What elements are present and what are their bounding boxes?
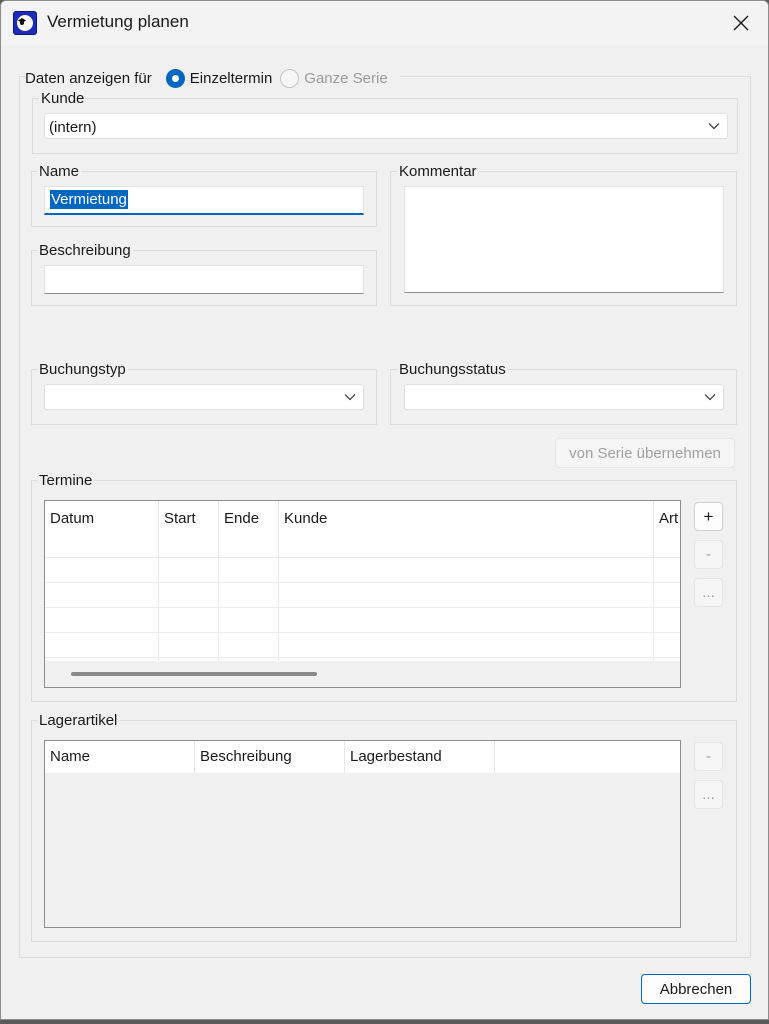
close-icon	[733, 15, 749, 31]
name-label: Name	[37, 163, 82, 180]
table-row	[45, 582, 680, 583]
kunde-dropdown[interactable]: (intern)	[44, 113, 728, 139]
add-termin-button[interactable]: +	[694, 502, 723, 531]
buchungstyp-dropdown[interactable]	[44, 384, 364, 410]
column-header-beschreibung[interactable]: Beschreibung	[195, 741, 345, 773]
more-lagerartikel-button[interactable]: ...	[694, 780, 723, 809]
column-header-ende[interactable]: Ende	[219, 501, 279, 557]
column-divider	[158, 557, 159, 661]
kunde-label: Kunde	[39, 90, 87, 107]
column-header-art[interactable]: Art	[654, 501, 680, 557]
column-divider	[653, 557, 654, 661]
table-row	[45, 607, 680, 608]
more-termin-button[interactable]: ...	[694, 578, 723, 607]
termine-table[interactable]: Datum Start Ende Kunde Art	[44, 500, 681, 688]
window-title: Vermietung planen	[47, 12, 189, 31]
table-row	[45, 557, 680, 558]
kommentar-textarea[interactable]	[404, 186, 724, 293]
column-header-lagerbestand[interactable]: Lagerbestand	[345, 741, 495, 773]
chevron-down-icon	[704, 394, 716, 401]
title-bar: Vermietung planen	[1, 1, 768, 45]
radio-ganze-serie[interactable]: Ganze Serie	[280, 68, 388, 88]
horizontal-scrollbar[interactable]	[71, 672, 317, 676]
remove-lagerartikel-button[interactable]: -	[694, 742, 723, 771]
column-divider	[278, 557, 279, 661]
column-header-name[interactable]: Name	[45, 741, 195, 773]
radio-selected-icon	[165, 68, 185, 88]
remove-termin-button[interactable]: -	[694, 540, 723, 569]
cancel-button[interactable]: Abbrechen	[641, 974, 751, 1004]
radio-unselected-icon	[280, 68, 300, 88]
beschreibung-label: Beschreibung	[37, 242, 133, 259]
chevron-down-icon	[708, 123, 720, 130]
display-for-label: Daten anzeigen für	[25, 69, 152, 87]
table-row	[45, 632, 680, 633]
name-input[interactable]: Vermietung	[44, 186, 364, 215]
chevron-down-icon	[344, 394, 356, 401]
close-button[interactable]	[723, 7, 759, 39]
kommentar-label: Kommentar	[397, 163, 479, 180]
von-serie-uebernehmen-button[interactable]: von Serie übernehmen	[555, 438, 735, 468]
display-for-row: Daten anzeigen für Einzeltermin Ganze Se…	[25, 67, 400, 89]
buchungstyp-label: Buchungstyp	[37, 361, 128, 378]
radio-einzeltermin[interactable]: Einzeltermin	[165, 68, 272, 88]
buchungsstatus-label: Buchungsstatus	[397, 361, 508, 378]
column-header-kunde[interactable]: Kunde	[279, 501, 654, 557]
column-header-datum[interactable]: Datum	[45, 501, 159, 557]
dialog-window: Vermietung planen Daten anzeigen für Ein…	[0, 0, 769, 1020]
app-icon	[13, 11, 37, 35]
column-divider	[218, 557, 219, 661]
termine-label: Termine	[37, 472, 95, 489]
lagerartikel-table[interactable]: Name Beschreibung Lagerbestand	[44, 740, 681, 928]
column-header-start[interactable]: Start	[159, 501, 219, 557]
header-filler	[495, 741, 680, 773]
buchungsstatus-dropdown[interactable]	[404, 384, 724, 410]
beschreibung-input[interactable]	[44, 265, 364, 294]
lagerartikel-label: Lagerartikel	[37, 712, 120, 729]
table-row	[45, 657, 680, 658]
